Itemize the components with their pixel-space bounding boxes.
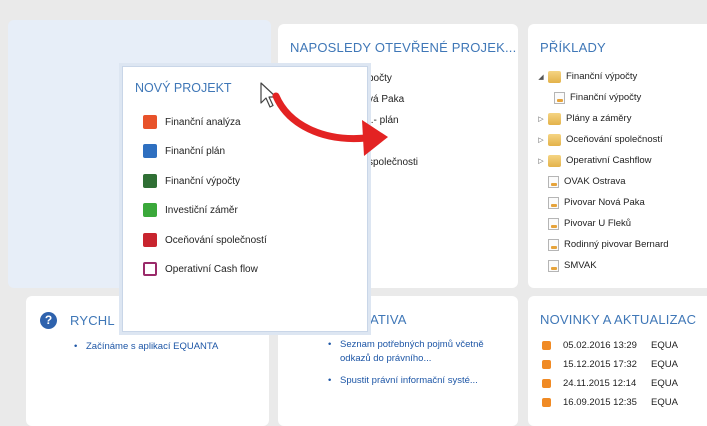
- document-icon: [548, 196, 559, 209]
- tree-item-label: Pivovar U Fleků: [564, 218, 632, 229]
- tree-item[interactable]: OVAK Ostrava: [536, 171, 669, 192]
- document-icon: [548, 175, 559, 188]
- news-title: NOVINKY A AKTUALIZAC: [540, 312, 697, 327]
- help-icon: ?: [40, 312, 57, 329]
- new-project-title: NOVÝ PROJEKT: [135, 81, 232, 95]
- popup-item-label: Oceňování společností: [165, 234, 267, 246]
- tree-item-label: Finanční výpočty: [570, 92, 642, 103]
- recent-projects-title: NAPOSLEDY OTEVŘENÉ PROJEK...: [290, 40, 517, 55]
- popup-item-label: Finanční plán: [165, 145, 226, 157]
- tree-item-label: Plány a záměry: [566, 113, 632, 124]
- new-valuation-item[interactable]: Oceňování společností: [143, 233, 267, 247]
- news-date: 24.11.2015 12:14: [563, 378, 637, 389]
- investment-icon: [143, 203, 157, 217]
- cashflow-icon: [143, 262, 157, 276]
- tree-item-label: Operativní Cashflow: [566, 155, 652, 166]
- news-item[interactable]: 24.11.2015 12:14 EQUA: [542, 374, 678, 393]
- folder-icon: [548, 154, 561, 167]
- rss-icon: [542, 379, 551, 388]
- tree-item[interactable]: Pivovar Nová Paka: [536, 192, 669, 213]
- getting-started-link[interactable]: Začínáme s aplikací EQUANTA: [74, 340, 218, 354]
- document-icon: [548, 238, 559, 251]
- tree-item-label: Oceňování společností: [566, 134, 663, 145]
- news-source: EQUA: [651, 359, 678, 370]
- news-item[interactable]: 15.12.2015 17:32 EQUA: [542, 355, 678, 374]
- document-icon: [548, 259, 559, 272]
- pointer-arrow-icon: [272, 92, 388, 156]
- popup-item-label: Finanční analýza: [165, 116, 241, 128]
- new-financial-plan-item[interactable]: Finanční plán: [143, 144, 225, 158]
- financial-plan-icon: [143, 144, 157, 158]
- popup-item-label: Finanční výpočty: [165, 175, 241, 187]
- examples-tree: ◢ Finanční výpočty Finanční výpočty ▷ Pl…: [536, 66, 669, 276]
- glossary-link[interactable]: Seznam potřebných pojmů včetně odkazů do…: [328, 338, 508, 366]
- popup-item-label: Operativní Cash flow: [165, 263, 258, 275]
- folder-icon: [548, 133, 561, 146]
- news-item[interactable]: 16.09.2015 12:35 EQUA: [542, 393, 678, 412]
- rss-icon: [542, 398, 551, 407]
- quick-start-title: RYCHL: [70, 313, 115, 328]
- news-source: EQUA: [651, 340, 678, 351]
- tree-item[interactable]: ▷ Operativní Cashflow: [536, 150, 669, 171]
- expand-toggle-icon[interactable]: ◢: [536, 73, 546, 81]
- news-source: EQUA: [651, 378, 678, 389]
- tree-item[interactable]: ▷ Oceňování společností: [536, 129, 669, 150]
- tree-item[interactable]: SMVAK: [536, 255, 669, 276]
- tree-item-label: Rodinný pivovar Bernard: [564, 239, 669, 250]
- tree-item-label: SMVAK: [564, 260, 597, 271]
- news-tile: NOVINKY A AKTUALIZAC 05.02.2016 13:29 EQ…: [528, 296, 707, 426]
- folder-icon: [548, 112, 561, 125]
- popup-item-label: Investiční záměr: [165, 204, 238, 216]
- news-date: 05.02.2016 13:29: [563, 340, 637, 351]
- new-investment-item[interactable]: Investiční záměr: [143, 203, 238, 217]
- expand-toggle-icon[interactable]: ▷: [536, 157, 546, 165]
- legal-system-link[interactable]: Spustit právní informační systé...: [328, 374, 508, 388]
- news-item[interactable]: 05.02.2016 13:29 EQUA: [542, 336, 678, 355]
- rss-icon: [542, 341, 551, 350]
- rss-icon: [542, 360, 551, 369]
- valuation-icon: [143, 233, 157, 247]
- examples-title: PŘÍKLADY: [540, 40, 606, 55]
- tree-item[interactable]: ▷ Plány a záměry: [536, 108, 669, 129]
- tree-item[interactable]: Pivovar U Fleků: [536, 213, 669, 234]
- financial-calc-icon: [143, 174, 157, 188]
- document-icon: [554, 91, 565, 104]
- news-date: 16.09.2015 12:35: [563, 397, 637, 408]
- expand-toggle-icon[interactable]: ▷: [536, 115, 546, 123]
- folder-icon: [548, 70, 561, 83]
- tree-item[interactable]: Rodinný pivovar Bernard: [536, 234, 669, 255]
- legislation-title: ATIVA: [370, 312, 407, 327]
- tree-item-label: Finanční výpočty: [566, 71, 638, 82]
- new-financial-analysis-item[interactable]: Finanční analýza: [143, 115, 241, 129]
- document-icon: [548, 217, 559, 230]
- tree-item[interactable]: ◢ Finanční výpočty: [536, 66, 669, 87]
- examples-tile: PŘÍKLADY ◢ Finanční výpočty Finanční výp…: [528, 24, 707, 288]
- news-source: EQUA: [651, 397, 678, 408]
- financial-analysis-icon: [143, 115, 157, 129]
- expand-toggle-icon[interactable]: ▷: [536, 136, 546, 144]
- new-cashflow-item[interactable]: Operativní Cash flow: [143, 262, 258, 276]
- new-financial-calc-item[interactable]: Finanční výpočty: [143, 174, 240, 188]
- tree-item[interactable]: Finanční výpočty: [536, 87, 669, 108]
- tree-item-label: Pivovar Nová Paka: [564, 197, 645, 208]
- tree-item-label: OVAK Ostrava: [564, 176, 626, 187]
- news-date: 15.12.2015 17:32: [563, 359, 637, 370]
